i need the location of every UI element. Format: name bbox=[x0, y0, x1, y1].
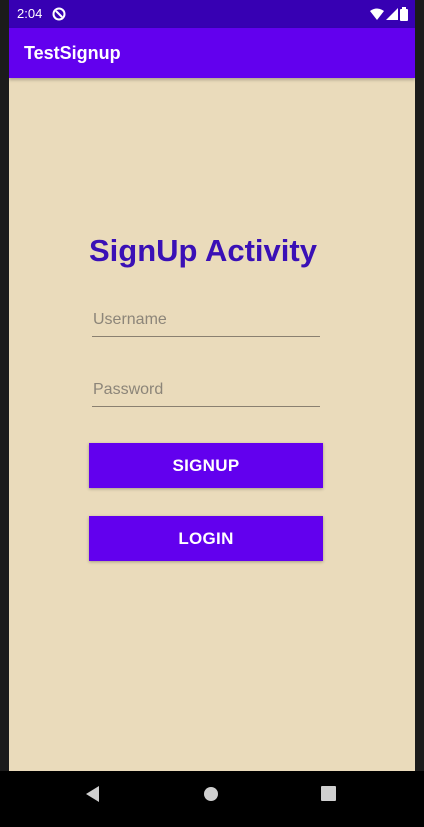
status-icons bbox=[370, 7, 408, 26]
device-frame: 2:04 TestSignup SignUp Activity Username… bbox=[0, 0, 424, 827]
back-icon[interactable] bbox=[86, 786, 100, 807]
cell-signal-icon bbox=[386, 7, 398, 26]
signup-button[interactable]: SIGNUP bbox=[89, 443, 323, 488]
app-bar: TestSignup bbox=[9, 28, 415, 78]
status-bar: 2:04 bbox=[9, 0, 415, 28]
login-button[interactable]: LOGIN bbox=[89, 516, 323, 561]
page-heading: SignUp Activity bbox=[89, 233, 317, 268]
app-screen: 2:04 TestSignup SignUp Activity Username… bbox=[9, 0, 415, 771]
home-icon[interactable] bbox=[203, 786, 219, 807]
status-time: 2:04 bbox=[17, 6, 43, 21]
battery-icon bbox=[400, 7, 408, 26]
recents-icon[interactable] bbox=[321, 786, 336, 806]
wifi-icon bbox=[370, 8, 384, 26]
username-input[interactable] bbox=[92, 307, 320, 337]
password-input[interactable] bbox=[92, 377, 320, 407]
app-title: TestSignup bbox=[24, 43, 121, 63]
sync-icon bbox=[52, 7, 66, 21]
